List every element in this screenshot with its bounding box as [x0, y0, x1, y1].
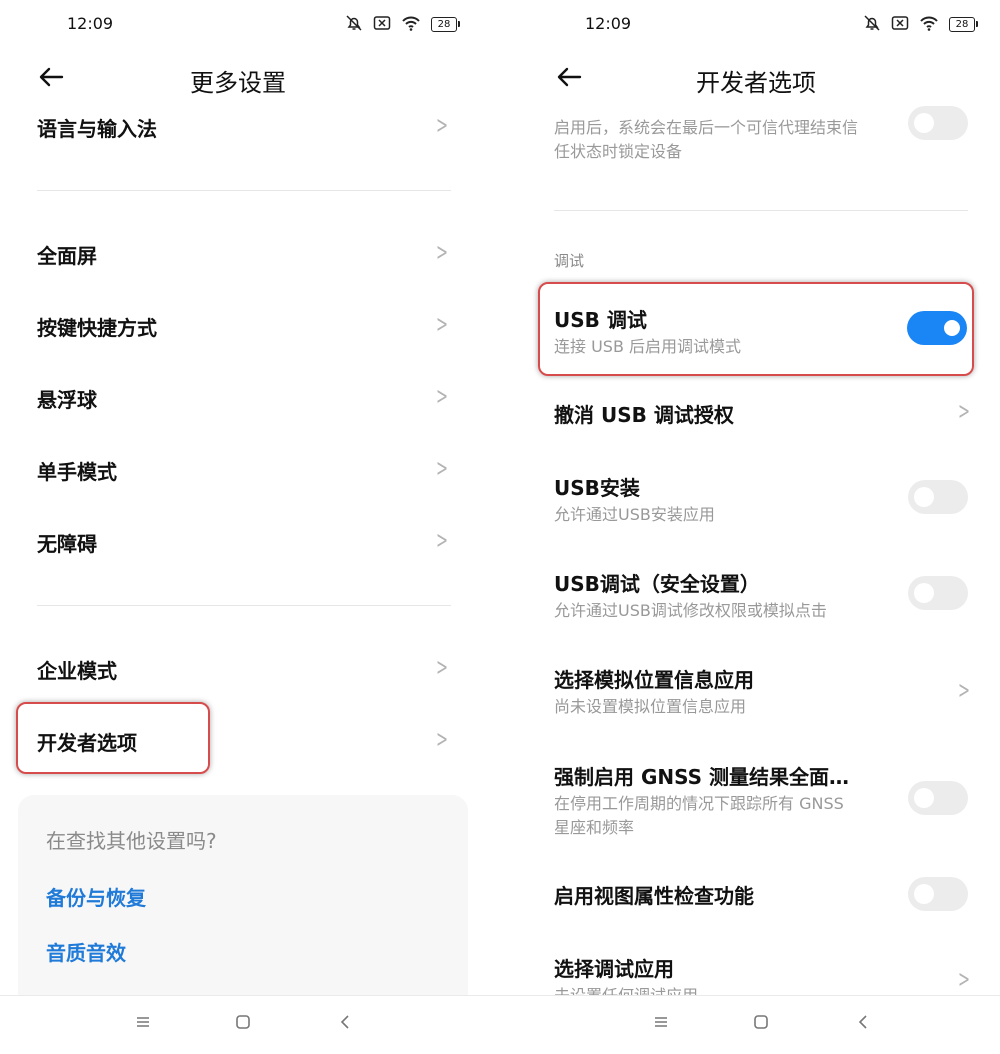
- more-settings-screen: 12:09 28 更多设置 语言与输入法 > 全面屏 > 按键快捷方式 > 悬浮…: [0, 0, 500, 995]
- page-title: 开发者选项: [696, 69, 816, 97]
- revoke-usb-auth-item[interactable]: 撤消 USB 调试授权 >: [554, 399, 974, 429]
- settings-item-developer-options[interactable]: 开发者选项 >: [37, 727, 452, 757]
- toggle-knob: [914, 788, 934, 808]
- item-title: 选择模拟位置信息应用: [554, 668, 754, 692]
- usb-debugging-toggle[interactable]: [907, 311, 967, 345]
- force-gnss-toggle[interactable]: [908, 781, 968, 815]
- usb-install-toggle[interactable]: [908, 480, 968, 514]
- item-label: 语言与输入法: [37, 117, 157, 141]
- settings-item-accessibility[interactable]: 无障碍 >: [37, 528, 452, 558]
- item-label: 单手模式: [37, 460, 117, 484]
- usb-debug-security-toggle[interactable]: [908, 576, 968, 610]
- page-title: 更多设置: [190, 69, 286, 97]
- view-attribute-toggle[interactable]: [908, 877, 968, 911]
- status-icons: 28: [863, 14, 978, 35]
- chevron-right-icon: >: [435, 454, 448, 482]
- chevron-right-icon: >: [957, 676, 970, 704]
- settings-item-fullscreen[interactable]: 全面屏 >: [37, 240, 452, 270]
- item-title: 强制启用 GNSS 测量结果全面…: [554, 765, 849, 789]
- chevron-right-icon: >: [435, 526, 448, 554]
- chevron-right-icon: >: [435, 111, 448, 139]
- back-icon[interactable]: [856, 1014, 872, 1035]
- chevron-right-icon: >: [435, 310, 448, 338]
- item-subtitle-line1: 在停用工作周期的情况下跟踪所有 GNSS: [554, 794, 844, 813]
- toggle-knob: [944, 320, 960, 336]
- item-label: 按键快捷方式: [37, 316, 157, 340]
- no-sim-icon: [891, 15, 909, 34]
- wifi-icon: [919, 15, 939, 34]
- settings-item-button-shortcuts[interactable]: 按键快捷方式 >: [37, 312, 452, 342]
- trust-agent-desc: 启用后，系统会在最后一个可信代理结束信 任状态时锁定设备: [554, 116, 904, 164]
- toggle-knob: [914, 884, 934, 904]
- wifi-icon: [401, 15, 421, 34]
- item-title: 选择调试应用: [554, 957, 674, 981]
- item-subtitle: 允许通过USB安装应用: [554, 505, 715, 524]
- battery-icon: 28: [431, 17, 460, 32]
- item-label: 开发者选项: [37, 731, 137, 755]
- chevron-right-icon: >: [435, 382, 448, 410]
- battery-icon: 28: [949, 17, 978, 32]
- section-header-debug: 调试: [554, 252, 585, 270]
- developer-options-screen: 12:09 28 开发者选项 启用后，系统会在最后一个可信代理结束信 任状态时锁…: [518, 0, 1000, 995]
- home-icon[interactable]: [235, 1014, 251, 1035]
- home-icon[interactable]: [753, 1014, 769, 1035]
- chevron-right-icon: >: [435, 725, 448, 753]
- item-subtitle: 允许通过USB调试修改权限或模拟点击: [554, 601, 827, 620]
- back-icon[interactable]: [338, 1014, 354, 1035]
- divider: [554, 210, 968, 211]
- mute-bell-icon: [863, 14, 881, 35]
- view-attribute-inspection-item[interactable]: 启用视图属性检查功能: [554, 880, 894, 909]
- mute-bell-icon: [345, 14, 363, 35]
- chevron-right-icon: >: [435, 238, 448, 266]
- item-label: 无障碍: [37, 532, 97, 556]
- settings-item-enterprise-mode[interactable]: 企业模式 >: [37, 655, 452, 685]
- mock-location-app-item[interactable]: 选择模拟位置信息应用 尚未设置模拟位置信息应用 >: [554, 664, 974, 719]
- settings-item-floating-ball[interactable]: 悬浮球 >: [37, 384, 452, 414]
- toggle-knob: [914, 487, 934, 507]
- link-sound-effects[interactable]: 音质音效: [46, 937, 126, 966]
- toggle-knob: [914, 113, 934, 133]
- item-subtitle: 尚未设置模拟位置信息应用: [554, 697, 747, 716]
- settings-item-one-hand-mode[interactable]: 单手模式 >: [37, 456, 452, 486]
- item-label: 悬浮球: [37, 388, 97, 412]
- desc-line: 启用后，系统会在最后一个可信代理结束信: [554, 118, 859, 137]
- item-title: USB安装: [554, 476, 640, 500]
- item-title: 启用视图属性检查功能: [554, 884, 754, 908]
- trust-agent-toggle[interactable]: [908, 106, 968, 140]
- status-icons: 28: [345, 14, 460, 35]
- suggestion-card: 在查找其他设置吗? 备份与恢复 音质音效: [18, 795, 468, 995]
- item-subtitle: 未设置任何调试应用: [554, 984, 974, 995]
- system-nav-bar: [0, 995, 1000, 1054]
- menu-icon[interactable]: [653, 1014, 669, 1035]
- item-label: 企业模式: [37, 659, 117, 683]
- chevron-right-icon: >: [957, 397, 970, 425]
- item-label: 全面屏: [37, 244, 97, 268]
- menu-icon[interactable]: [135, 1014, 151, 1035]
- item-subtitle-line2: 星座和频率: [554, 818, 635, 837]
- chevron-right-icon: >: [957, 965, 970, 993]
- select-debug-app-item[interactable]: 选择调试应用 未设置任何调试应用 >: [554, 953, 974, 995]
- status-time: 12:09: [67, 14, 114, 33]
- no-sim-icon: [373, 15, 391, 34]
- toggle-knob: [914, 583, 934, 603]
- settings-item-language[interactable]: 语言与输入法 >: [37, 113, 452, 143]
- divider: [37, 605, 451, 606]
- usb-debug-security-item[interactable]: USB调试（安全设置） 允许通过USB调试修改权限或模拟点击: [554, 568, 894, 623]
- chevron-right-icon: >: [435, 653, 448, 681]
- usb-install-item[interactable]: USB安装 允许通过USB安装应用: [554, 472, 894, 527]
- item-title: 撤消 USB 调试授权: [554, 403, 734, 427]
- item-title: USB调试（安全设置）: [554, 572, 760, 596]
- status-time: 12:09: [585, 14, 632, 33]
- suggestion-title: 在查找其他设置吗?: [46, 829, 217, 853]
- link-backup-restore[interactable]: 备份与恢复: [46, 882, 146, 911]
- force-gnss-item[interactable]: 强制启用 GNSS 测量结果全面… 在停用工作周期的情况下跟踪所有 GNSS 星…: [554, 761, 894, 840]
- divider: [37, 190, 451, 191]
- desc-line: 任状态时锁定设备: [554, 142, 683, 161]
